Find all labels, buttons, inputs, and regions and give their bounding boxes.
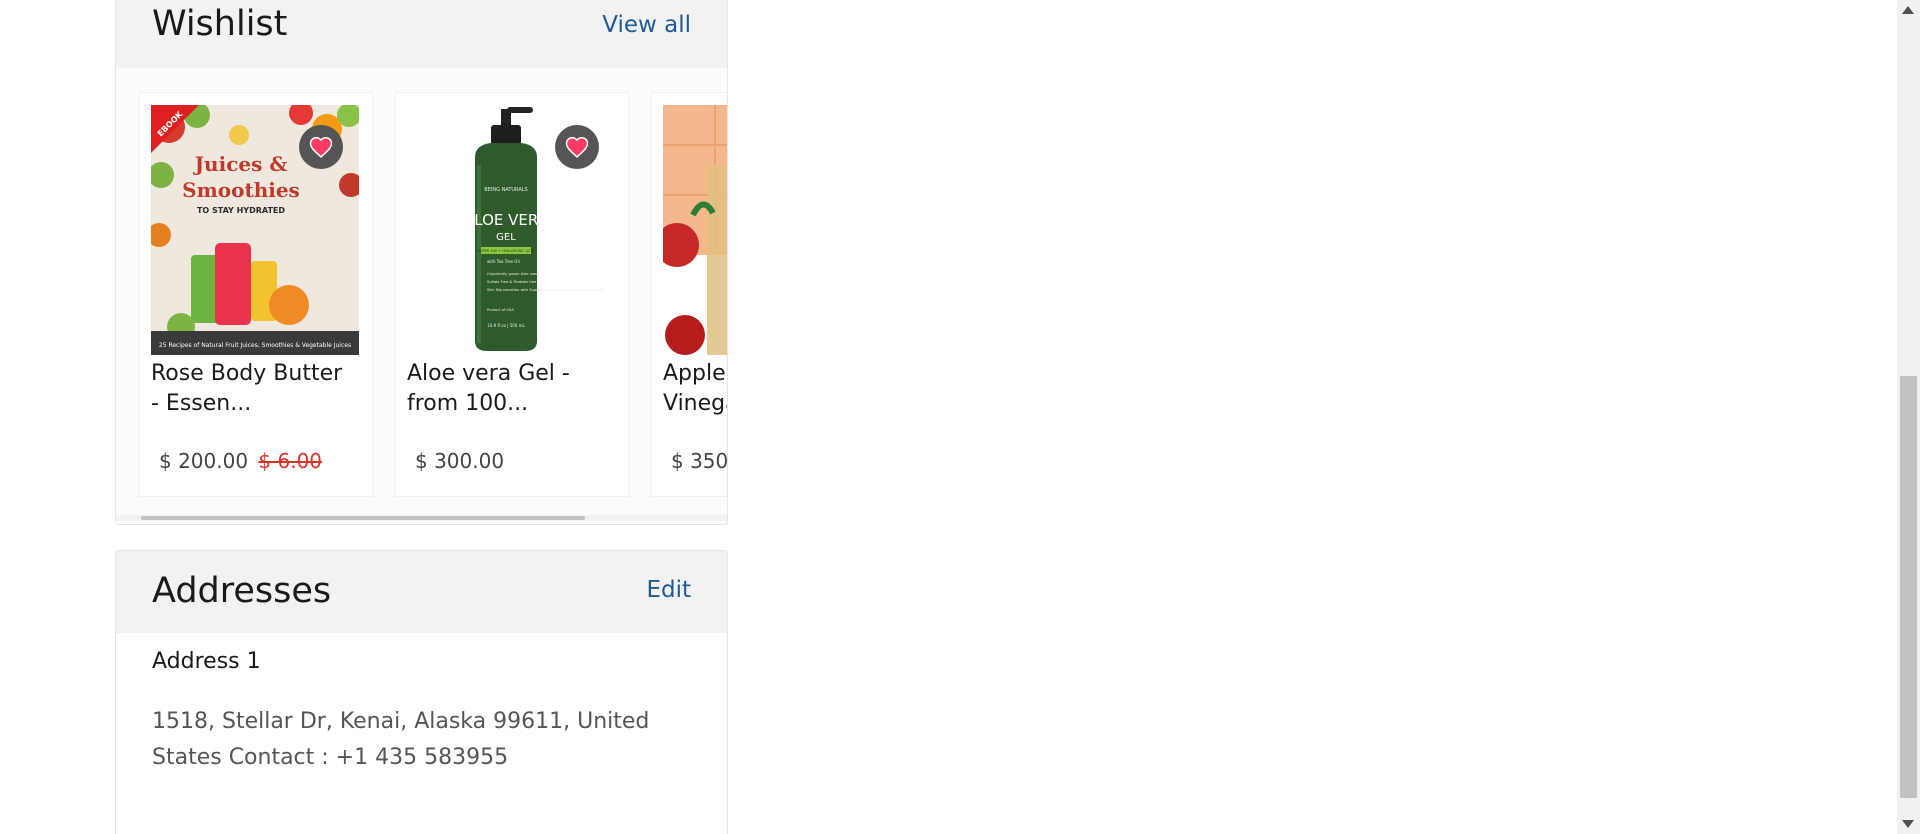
bottle-volume: 16.9 fl oz | 500 mL — [487, 323, 525, 328]
bottle-bullet-1: Organically grown Aloe used — [487, 272, 538, 276]
page-content: Wishlist View all EBOOK Juices & Smoothi… — [0, 0, 1897, 834]
address-text: 1518, Stellar Dr, Kenai, Alaska 99611, U… — [152, 709, 650, 770]
wishlist-product-card[interactable]: Apple Cider Vinegar... $ 350.00 — [652, 93, 727, 496]
product-price: $ 350.00 — [671, 449, 727, 473]
price-row: $ 350.00 — [671, 449, 727, 473]
apple-cider-vinegar-photo[interactable] — [663, 105, 727, 355]
price-row: $ 300.00 — [415, 449, 504, 473]
view-all-link[interactable]: View all — [602, 12, 691, 38]
heart-icon — [565, 136, 589, 158]
ebook-subtitle: TO STAY HYDRATED — [197, 206, 285, 215]
scroll-up-arrow-icon[interactable] — [1902, 6, 1914, 14]
addresses-title: Addresses — [152, 571, 332, 611]
ebook-title-line2: Smoothies — [182, 178, 300, 202]
wishlist-product-card[interactable]: BEING NATURALS ALOE VERA GEL SUPER 100 +… — [396, 93, 628, 496]
addresses-section: Addresses Edit Address 1 1518, Stellar D… — [115, 550, 728, 834]
carousel-scrollbar[interactable] — [116, 515, 727, 521]
edit-addresses-link[interactable]: Edit — [646, 577, 691, 603]
product-name[interactable]: Rose Body Butter - Essen... — [151, 359, 356, 419]
remove-from-wishlist-button[interactable] — [299, 125, 343, 169]
bottle-title-line1: ALOE VERA — [464, 211, 549, 229]
wishlist-product-card[interactable]: EBOOK Juices & Smoothies TO STAY HYDRATE… — [140, 93, 372, 496]
product-name[interactable]: Apple Cider Vinegar... — [663, 359, 727, 419]
product-price: $ 300.00 — [415, 449, 505, 473]
product-price: $ 200.00 — [159, 449, 249, 473]
product-name[interactable]: Aloe vera Gel - from 100... — [407, 359, 612, 419]
bottle-bullet-4: Product of USA — [487, 308, 514, 312]
scroll-down-arrow-icon[interactable] — [1902, 820, 1914, 828]
price-row: $ 200.00 $ 6.00 — [159, 449, 322, 473]
product-old-price: $ 6.00 — [258, 449, 323, 473]
ebook-title-line1: Juices & — [193, 152, 288, 176]
ebook-footer: 25 Recipes of Natural Fruit Juices, Smoo… — [159, 342, 351, 349]
bottle-tagline: with Tea Tree Oil — [487, 259, 520, 264]
bottle-brand: BEING NATURALS — [484, 187, 527, 193]
wishlist-section: Wishlist View all EBOOK Juices & Smoothi… — [115, 0, 728, 525]
page-scrollbar-thumb[interactable] — [1900, 376, 1917, 798]
carousel-scrollbar-thumb[interactable] — [141, 516, 585, 520]
bottle-bullet-2: Sulfate Free & Paraben free — [487, 280, 537, 284]
wishlist-carousel[interactable]: EBOOK Juices & Smoothies TO STAY HYDRATE… — [116, 68, 727, 515]
aloe-vera-gel-bottle[interactable]: BEING NATURALS ALOE VERA GEL SUPER 100 +… — [407, 105, 615, 355]
heart-icon — [309, 136, 333, 158]
remove-from-wishlist-button[interactable] — [555, 125, 599, 169]
juices-smoothies-ebook-cover[interactable]: EBOOK Juices & Smoothies TO STAY HYDRATE… — [151, 105, 359, 355]
page-scrollbar[interactable] — [1897, 0, 1920, 834]
addresses-header: Addresses Edit — [116, 551, 727, 633]
bottle-band: SUPER 100 + HYALURONIC ACID — [478, 249, 535, 253]
bottle-bullet-3: Skin Rejuvenation with Superfood Exfolia… — [487, 288, 603, 292]
wishlist-header: Wishlist View all — [116, 0, 727, 68]
wishlist-title: Wishlist — [152, 4, 288, 44]
address-label: Address 1 — [152, 649, 261, 674]
bottle-title-line2: GEL — [496, 232, 516, 243]
